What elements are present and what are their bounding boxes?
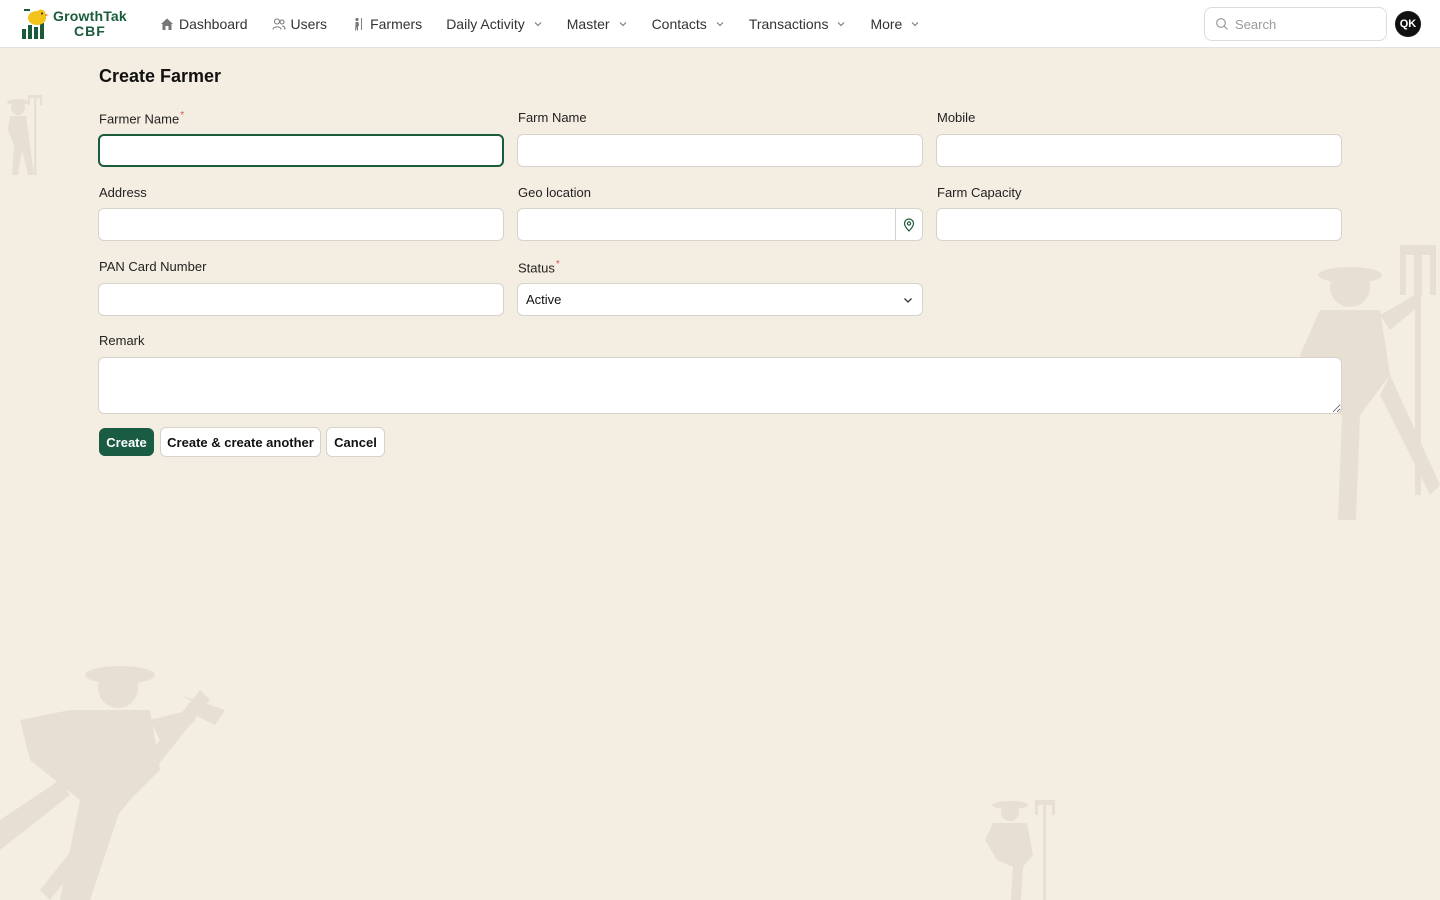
nav-item-contacts[interactable]: Contacts bbox=[644, 8, 733, 40]
farmer-name-label: Farmer Name* bbox=[99, 110, 184, 126]
farm-name-label: Farm Name bbox=[518, 110, 587, 125]
farmer-icon bbox=[355, 17, 362, 31]
farm-capacity-input[interactable] bbox=[936, 208, 1342, 241]
nav-label: Master bbox=[566, 16, 610, 32]
mobile-label: Mobile bbox=[937, 110, 976, 125]
nav-item-dashboard[interactable]: Dashboard bbox=[152, 8, 256, 40]
mobile-input[interactable] bbox=[936, 134, 1342, 167]
nav-item-more[interactable]: More bbox=[862, 8, 928, 40]
nav-label: Farmers bbox=[370, 16, 423, 32]
chevron-down-icon bbox=[838, 22, 845, 27]
nav-item-farmers[interactable]: Farmers bbox=[343, 8, 430, 40]
status-label: Status* bbox=[518, 259, 560, 275]
brand-logo-link[interactable]: GrowthTak CBF bbox=[20, 6, 130, 42]
farm-capacity-label: Farm Capacity bbox=[937, 185, 1022, 200]
create-another-button[interactable]: Create & create another bbox=[160, 427, 321, 457]
geo-location-label: Geo location bbox=[518, 185, 591, 200]
farmer-silhouette-decoration bbox=[7, 95, 42, 175]
farm-name-input[interactable] bbox=[517, 134, 923, 167]
users-icon bbox=[271, 18, 286, 30]
search-icon bbox=[1216, 18, 1228, 30]
chevron-down-icon bbox=[911, 22, 919, 27]
cancel-button[interactable]: Cancel bbox=[326, 427, 385, 457]
nav-item-master[interactable]: Master bbox=[559, 8, 636, 40]
farmer-silhouette-decoration bbox=[985, 800, 1055, 900]
nav-label: Users bbox=[290, 16, 328, 32]
search-input[interactable] bbox=[1235, 16, 1375, 32]
pan-card-input[interactable] bbox=[98, 283, 504, 316]
status-label-text: Status bbox=[518, 260, 555, 276]
main-nav: Dashboard Users Farmers Daily Activity M… bbox=[152, 0, 936, 48]
farmer-name-input[interactable] bbox=[98, 134, 504, 167]
nav-item-transactions[interactable]: Transactions bbox=[741, 8, 855, 40]
chevron-down-icon bbox=[534, 22, 542, 27]
user-avatar[interactable]: QK bbox=[1395, 11, 1421, 37]
remark-label: Remark bbox=[99, 333, 145, 348]
required-marker: * bbox=[180, 110, 185, 121]
status-selected-value: Active bbox=[526, 292, 562, 307]
page-title: Create Farmer bbox=[99, 66, 222, 86]
chevron-down-icon bbox=[904, 297, 912, 303]
nav-item-users[interactable]: Users bbox=[264, 8, 336, 40]
chevron-down-icon bbox=[716, 22, 724, 27]
nav-label: Transactions bbox=[748, 16, 829, 32]
nav-item-daily-activity[interactable]: Daily Activity bbox=[438, 8, 551, 40]
farmer-silhouette-decoration bbox=[0, 666, 225, 900]
nav-label: More bbox=[870, 16, 903, 32]
remark-textarea[interactable] bbox=[98, 357, 1342, 414]
required-marker: * bbox=[555, 259, 560, 270]
geo-location-input[interactable] bbox=[517, 208, 923, 241]
nav-label: Daily Activity bbox=[446, 16, 525, 32]
home-icon bbox=[161, 18, 173, 30]
nav-label: Dashboard bbox=[179, 16, 248, 32]
brand-name: GrowthTak bbox=[53, 8, 127, 24]
brand-subtitle: CBF bbox=[74, 23, 106, 39]
global-search[interactable] bbox=[1204, 7, 1387, 41]
status-select[interactable]: Active bbox=[517, 283, 923, 316]
create-button[interactable]: Create bbox=[99, 428, 154, 456]
brand-chick-logo-icon bbox=[22, 9, 49, 39]
chevron-down-icon bbox=[619, 22, 626, 27]
map-pin-icon bbox=[903, 217, 915, 232]
nav-label: Contacts bbox=[651, 16, 707, 32]
top-navbar: GrowthTak CBF Dashboard Users Farmers Da… bbox=[0, 0, 1440, 48]
pan-card-label: PAN Card Number bbox=[99, 259, 207, 274]
address-label: Address bbox=[99, 185, 147, 200]
address-input[interactable] bbox=[98, 208, 504, 241]
farmer-name-label-text: Farmer Name bbox=[99, 111, 180, 127]
geo-location-button[interactable] bbox=[895, 208, 922, 241]
